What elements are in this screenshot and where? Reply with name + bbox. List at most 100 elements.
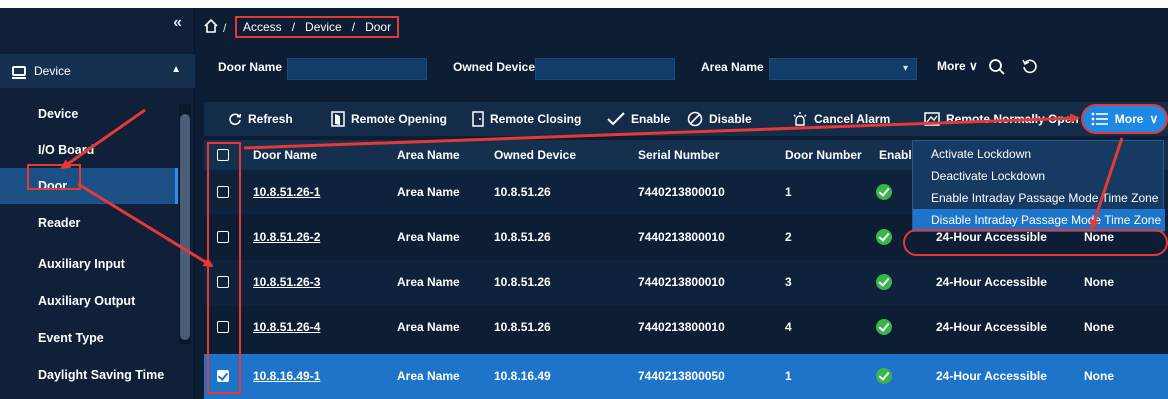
- serial-number-cell: 7440213800010: [638, 230, 725, 244]
- collapse-sidebar-button[interactable]: «: [173, 14, 182, 32]
- extra-cell: None: [1084, 275, 1114, 289]
- home-icon[interactable]: [203, 18, 219, 34]
- breadcrumb: Access / Device / Door: [235, 16, 400, 38]
- remote-normally-open-label: Remote Normally Open: [946, 112, 1079, 126]
- remote-closing-button[interactable]: Remote Closing: [472, 102, 581, 136]
- table-row[interactable]: 10.8.16.49-1 Area Name 10.8.16.49 744021…: [204, 354, 1168, 399]
- sidebar-item-label: I/O Board: [38, 143, 95, 157]
- sidebar-item-label: Device: [38, 107, 79, 121]
- topbar: / Access / Device / Door: [195, 8, 1168, 48]
- disable-label: Disable: [709, 112, 752, 126]
- app-root: « Device ▲ Device I/O Board Door Reader …: [0, 8, 1168, 399]
- sidebar-item-label: Auxiliary Output: [38, 294, 136, 308]
- breadcrumb-device[interactable]: Device: [305, 20, 342, 34]
- menu-item-label: Deactivate Lockdown: [931, 169, 1046, 183]
- remote-opening-button[interactable]: Remote Opening: [331, 102, 447, 136]
- door-name-link[interactable]: 10.8.51.26-2: [253, 230, 320, 244]
- sidebar-item-device[interactable]: Device: [0, 96, 178, 132]
- owned-device-filter-label: Owned Device: [453, 60, 536, 74]
- cancel-alarm-button[interactable]: Cancel Alarm: [792, 102, 890, 136]
- check-icon: [607, 112, 625, 126]
- area-name-filter-select[interactable]: ▾: [769, 58, 917, 80]
- enabled-check-icon: [876, 274, 892, 290]
- column-header-owned-device[interactable]: Owned Device: [494, 148, 576, 162]
- refresh-button[interactable]: Refresh: [228, 102, 293, 136]
- sidebar: « Device ▲ Device I/O Board Door Reader …: [0, 8, 195, 399]
- more-filters-button[interactable]: More ∨: [937, 59, 978, 73]
- door-mode-cell: 24-Hour Accessible: [936, 275, 1047, 289]
- column-header-serial-number[interactable]: Serial Number: [638, 148, 719, 162]
- menu-item-enable-intraday-passage[interactable]: Enable Intraday Passage Mode Time Zone: [913, 187, 1165, 209]
- alarm-icon: [793, 112, 807, 126]
- sidebar-group-device[interactable]: Device ▲: [0, 54, 195, 88]
- table-row[interactable]: 10.8.51.26-3 Area Name 10.8.51.26 744021…: [204, 260, 1168, 305]
- enable-button[interactable]: Enable: [607, 102, 670, 136]
- door-name-link[interactable]: 10.8.16.49-1: [253, 369, 320, 383]
- sidebar-item-daylight-saving-time[interactable]: Daylight Saving Time: [0, 357, 178, 393]
- list-icon: [1091, 112, 1108, 126]
- column-header-door-name[interactable]: Door Name: [253, 148, 317, 162]
- door-name-link[interactable]: 10.8.51.26-1: [253, 185, 320, 199]
- owned-device-filter-input[interactable]: [535, 58, 675, 80]
- reset-icon[interactable]: [1021, 58, 1039, 76]
- breadcrumb-separator: /: [223, 21, 227, 35]
- door-name-filter-input[interactable]: [287, 58, 427, 80]
- sidebar-item-label: Daylight Saving Time: [38, 368, 165, 382]
- menu-item-label: Enable Intraday Passage Mode Time Zone: [931, 191, 1159, 205]
- door-name-filter-label: Door Name: [218, 60, 283, 74]
- filter-bar: Door Name Owned Device Area Name ▾ More …: [195, 50, 1168, 98]
- refresh-icon: [229, 113, 242, 126]
- menu-item-activate-lockdown[interactable]: Activate Lockdown: [913, 143, 1165, 165]
- area-name-cell: Area Name: [397, 185, 460, 199]
- remote-opening-label: Remote Opening: [351, 112, 448, 126]
- enabled-check-icon: [876, 368, 892, 384]
- sidebar-item-label: Reader: [38, 216, 81, 230]
- scrollbar-thumb[interactable]: [180, 114, 190, 340]
- door-closed-icon: [472, 111, 484, 127]
- sidebar-item-label: Auxiliary Input: [38, 257, 125, 271]
- door-name-link[interactable]: 10.8.51.26-4: [253, 320, 320, 334]
- normally-open-icon: [924, 112, 940, 126]
- serial-number-cell: 7440213800010: [638, 185, 725, 199]
- column-header-door-number[interactable]: Door Number: [785, 148, 862, 162]
- menu-item-disable-intraday-passage[interactable]: Disable Intraday Passage Mode Time Zone: [913, 209, 1165, 231]
- sidebar-item-reader[interactable]: Reader: [0, 205, 178, 241]
- area-name-cell: Area Name: [397, 275, 460, 289]
- sidebar-group-label: Device: [34, 64, 71, 78]
- door-number-cell: 4: [785, 320, 792, 334]
- cancel-alarm-label: Cancel Alarm: [814, 112, 891, 126]
- sidebar-item-auxiliary-output[interactable]: Auxiliary Output: [0, 283, 178, 319]
- chevron-down-icon: ▾: [902, 63, 908, 74]
- remote-normally-open-button[interactable]: Remote Normally Open: [924, 102, 1079, 136]
- enabled-check-icon: [876, 184, 892, 200]
- door-number-cell: 3: [785, 275, 792, 289]
- breadcrumb-access[interactable]: Access: [243, 20, 282, 34]
- enabled-check-icon: [876, 229, 892, 245]
- sidebar-item-auxiliary-input[interactable]: Auxiliary Input: [0, 246, 178, 282]
- table-row[interactable]: 10.8.51.26-4 Area Name 10.8.51.26 744021…: [204, 305, 1168, 350]
- search-icon[interactable]: [988, 58, 1006, 76]
- door-name-link[interactable]: 10.8.51.26-3: [253, 275, 320, 289]
- more-actions-menu: Activate Lockdown Deactivate Lockdown En…: [912, 140, 1165, 232]
- door-number-cell: 1: [785, 369, 792, 383]
- door-number-cell: 2: [785, 230, 792, 244]
- area-name-filter-label: Area Name: [701, 60, 764, 74]
- owned-device-cell: 10.8.51.26: [494, 320, 551, 334]
- menu-item-deactivate-lockdown[interactable]: Deactivate Lockdown: [913, 165, 1165, 187]
- menu-item-label: Disable Intraday Passage Mode Time Zone: [931, 213, 1162, 227]
- extra-cell: None: [1084, 320, 1114, 334]
- area-name-cell: Area Name: [397, 369, 460, 383]
- sidebar-item-io-board[interactable]: I/O Board: [0, 132, 178, 168]
- more-actions-button[interactable]: More ∨: [1081, 104, 1168, 134]
- column-header-area-name[interactable]: Area Name: [397, 148, 460, 162]
- disable-button[interactable]: Disable: [687, 102, 752, 136]
- sidebar-item-event-type[interactable]: Event Type: [0, 320, 178, 356]
- refresh-label: Refresh: [248, 112, 293, 126]
- device-icon: [12, 66, 26, 79]
- area-name-cell: Area Name: [397, 230, 460, 244]
- breadcrumb-separator: /: [351, 20, 356, 34]
- annotation-box-door: [27, 164, 81, 190]
- door-mode-cell: 24-Hour Accessible: [936, 320, 1047, 334]
- sidebar-scrollbar[interactable]: [179, 104, 191, 344]
- door-number-cell: 1: [785, 185, 792, 199]
